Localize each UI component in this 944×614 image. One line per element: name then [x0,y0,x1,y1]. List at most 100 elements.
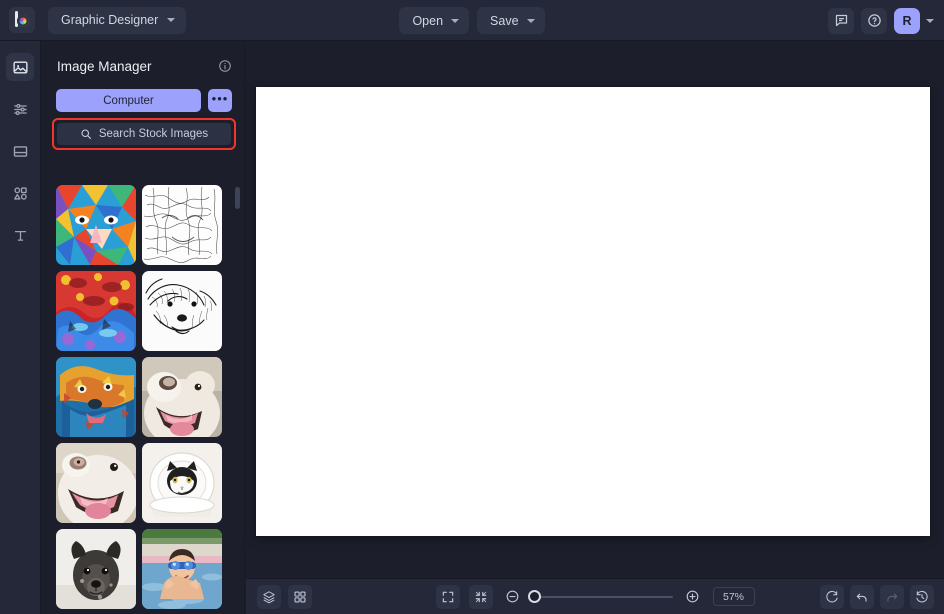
top-bar-right-group: R [828,0,934,41]
thumb-art [142,443,222,523]
undo-button[interactable] [850,584,874,609]
reset-button[interactable] [820,584,844,609]
thumbnail-geometric-face-mural[interactable] [56,185,136,265]
thumbnail-puppy-black-white[interactable] [56,529,136,609]
thumb-art [142,185,222,265]
layers-button[interactable] [257,584,281,609]
document-mode-label: Graphic Designer [61,13,159,27]
thumbnail-scroll-area[interactable] [41,181,245,614]
layout-icon [13,145,27,157]
save-label: Save [490,13,519,28]
image-manager-panel: Image Manager Computer ••• Search Stock … [41,41,245,614]
thumbnail-cat-in-bowl[interactable] [142,443,222,523]
actual-size-button[interactable] [468,584,493,609]
thumb-art [56,185,136,265]
redo-icon [887,593,898,602]
thumbnail-scrollbar-thumb[interactable] [235,187,240,209]
text-icon [14,230,26,241]
plus-circle-icon [686,590,699,603]
shapes-icon [13,186,27,200]
feedback-button[interactable] [828,7,854,34]
thumbnail-scrollbar[interactable] [235,187,240,607]
grid-icon [294,590,306,603]
save-menu-button[interactable]: Save [477,7,545,34]
thumbnail-dog-white-smiling[interactable] [142,357,222,437]
bottom-bar-left-group [257,584,312,609]
thumbnail-dog-white-tongue[interactable] [56,443,136,523]
more-sources-label: ••• [211,90,229,106]
befunky-logo-button[interactable] [9,7,35,33]
thumb-art [142,271,222,351]
zoom-slider-rail [527,590,673,603]
help-button[interactable] [861,7,887,34]
thumbnail-sketch-lines-abstract[interactable] [142,185,222,265]
help-circle-icon [867,14,881,27]
thumb-art [56,357,136,437]
more-sources-button[interactable]: ••• [208,89,232,112]
thumbnail-graffiti-street-art[interactable] [56,271,136,351]
avatar-initial: R [902,13,912,28]
photo-icon [12,61,28,73]
zoom-slider-knob[interactable] [527,590,541,603]
bottom-bar-right-group [820,584,934,609]
chevron-down-icon [167,18,176,22]
search-stock-images-label: Search Stock Images [98,128,209,140]
sidebar-item-image-manager[interactable] [6,53,34,81]
open-menu-button[interactable]: Open [399,7,470,34]
thumbnail-grid [56,185,233,614]
fit-to-screen-button[interactable] [435,584,460,609]
bottom-bar: 57% [246,578,944,614]
minus-circle-icon [506,590,519,603]
thumb-art [56,529,136,609]
thumb-art [142,529,222,609]
open-label: Open [412,13,444,28]
search-icon [81,129,91,140]
tool-rail [0,41,41,614]
zoom-level-field[interactable]: 57% [712,587,755,606]
document-mode-selector[interactable]: Graphic Designer [48,6,187,34]
chevron-down-icon [451,18,460,23]
refresh-icon [826,590,838,602]
zoom-slider[interactable] [527,590,673,603]
redo-button[interactable] [880,584,904,609]
avatar[interactable]: R [894,7,920,34]
sidebar-item-layouts[interactable] [6,137,34,165]
sliders-icon [13,103,27,115]
thumbnail-child-pool-goggles[interactable] [142,529,222,609]
page-title: Image Manager [57,58,152,74]
thumb-art [56,443,136,523]
computer-source-button[interactable]: Computer [56,89,201,112]
befunky-logo-icon [13,11,31,29]
info-circle-icon [219,60,231,72]
thumb-art [56,271,136,351]
chevron-down-icon [526,18,535,23]
layers-icon [263,590,275,603]
sidebar-item-edit[interactable] [6,95,34,123]
canvas-stage[interactable] [246,41,944,578]
grid-view-button[interactable] [288,584,312,609]
search-stock-images-button[interactable]: Search Stock Images [57,123,231,145]
computer-source-label: Computer [103,94,154,107]
thumbnail-dog-painted-colorful[interactable] [56,357,136,437]
account-chevron-down-icon[interactable] [926,18,934,23]
thumb-art [142,357,222,437]
undo-icon [856,593,867,602]
zoom-in-button[interactable] [682,586,704,608]
zoom-out-button[interactable] [502,586,524,608]
app-root: Graphic Designer Open Save R Image Manag… [0,0,944,614]
search-stock-highlight: Search Stock Images [52,118,236,150]
panel-header: Image Manager [41,49,244,83]
history-icon [916,590,928,602]
fit-screen-icon [442,591,453,602]
chat-icon [835,14,847,27]
panel-info-button[interactable] [218,59,232,73]
source-button-row: Computer ••• [41,83,244,112]
collapse-icon [475,591,486,602]
sidebar-item-text[interactable] [6,221,34,249]
sidebar-item-graphics[interactable] [6,179,34,207]
history-button[interactable] [910,584,934,609]
zoom-level-value: 57% [722,590,744,603]
top-bar: Graphic Designer Open Save R [0,0,944,41]
canvas-sheet[interactable] [256,87,930,536]
thumbnail-dog-sketch-outline[interactable] [142,271,222,351]
